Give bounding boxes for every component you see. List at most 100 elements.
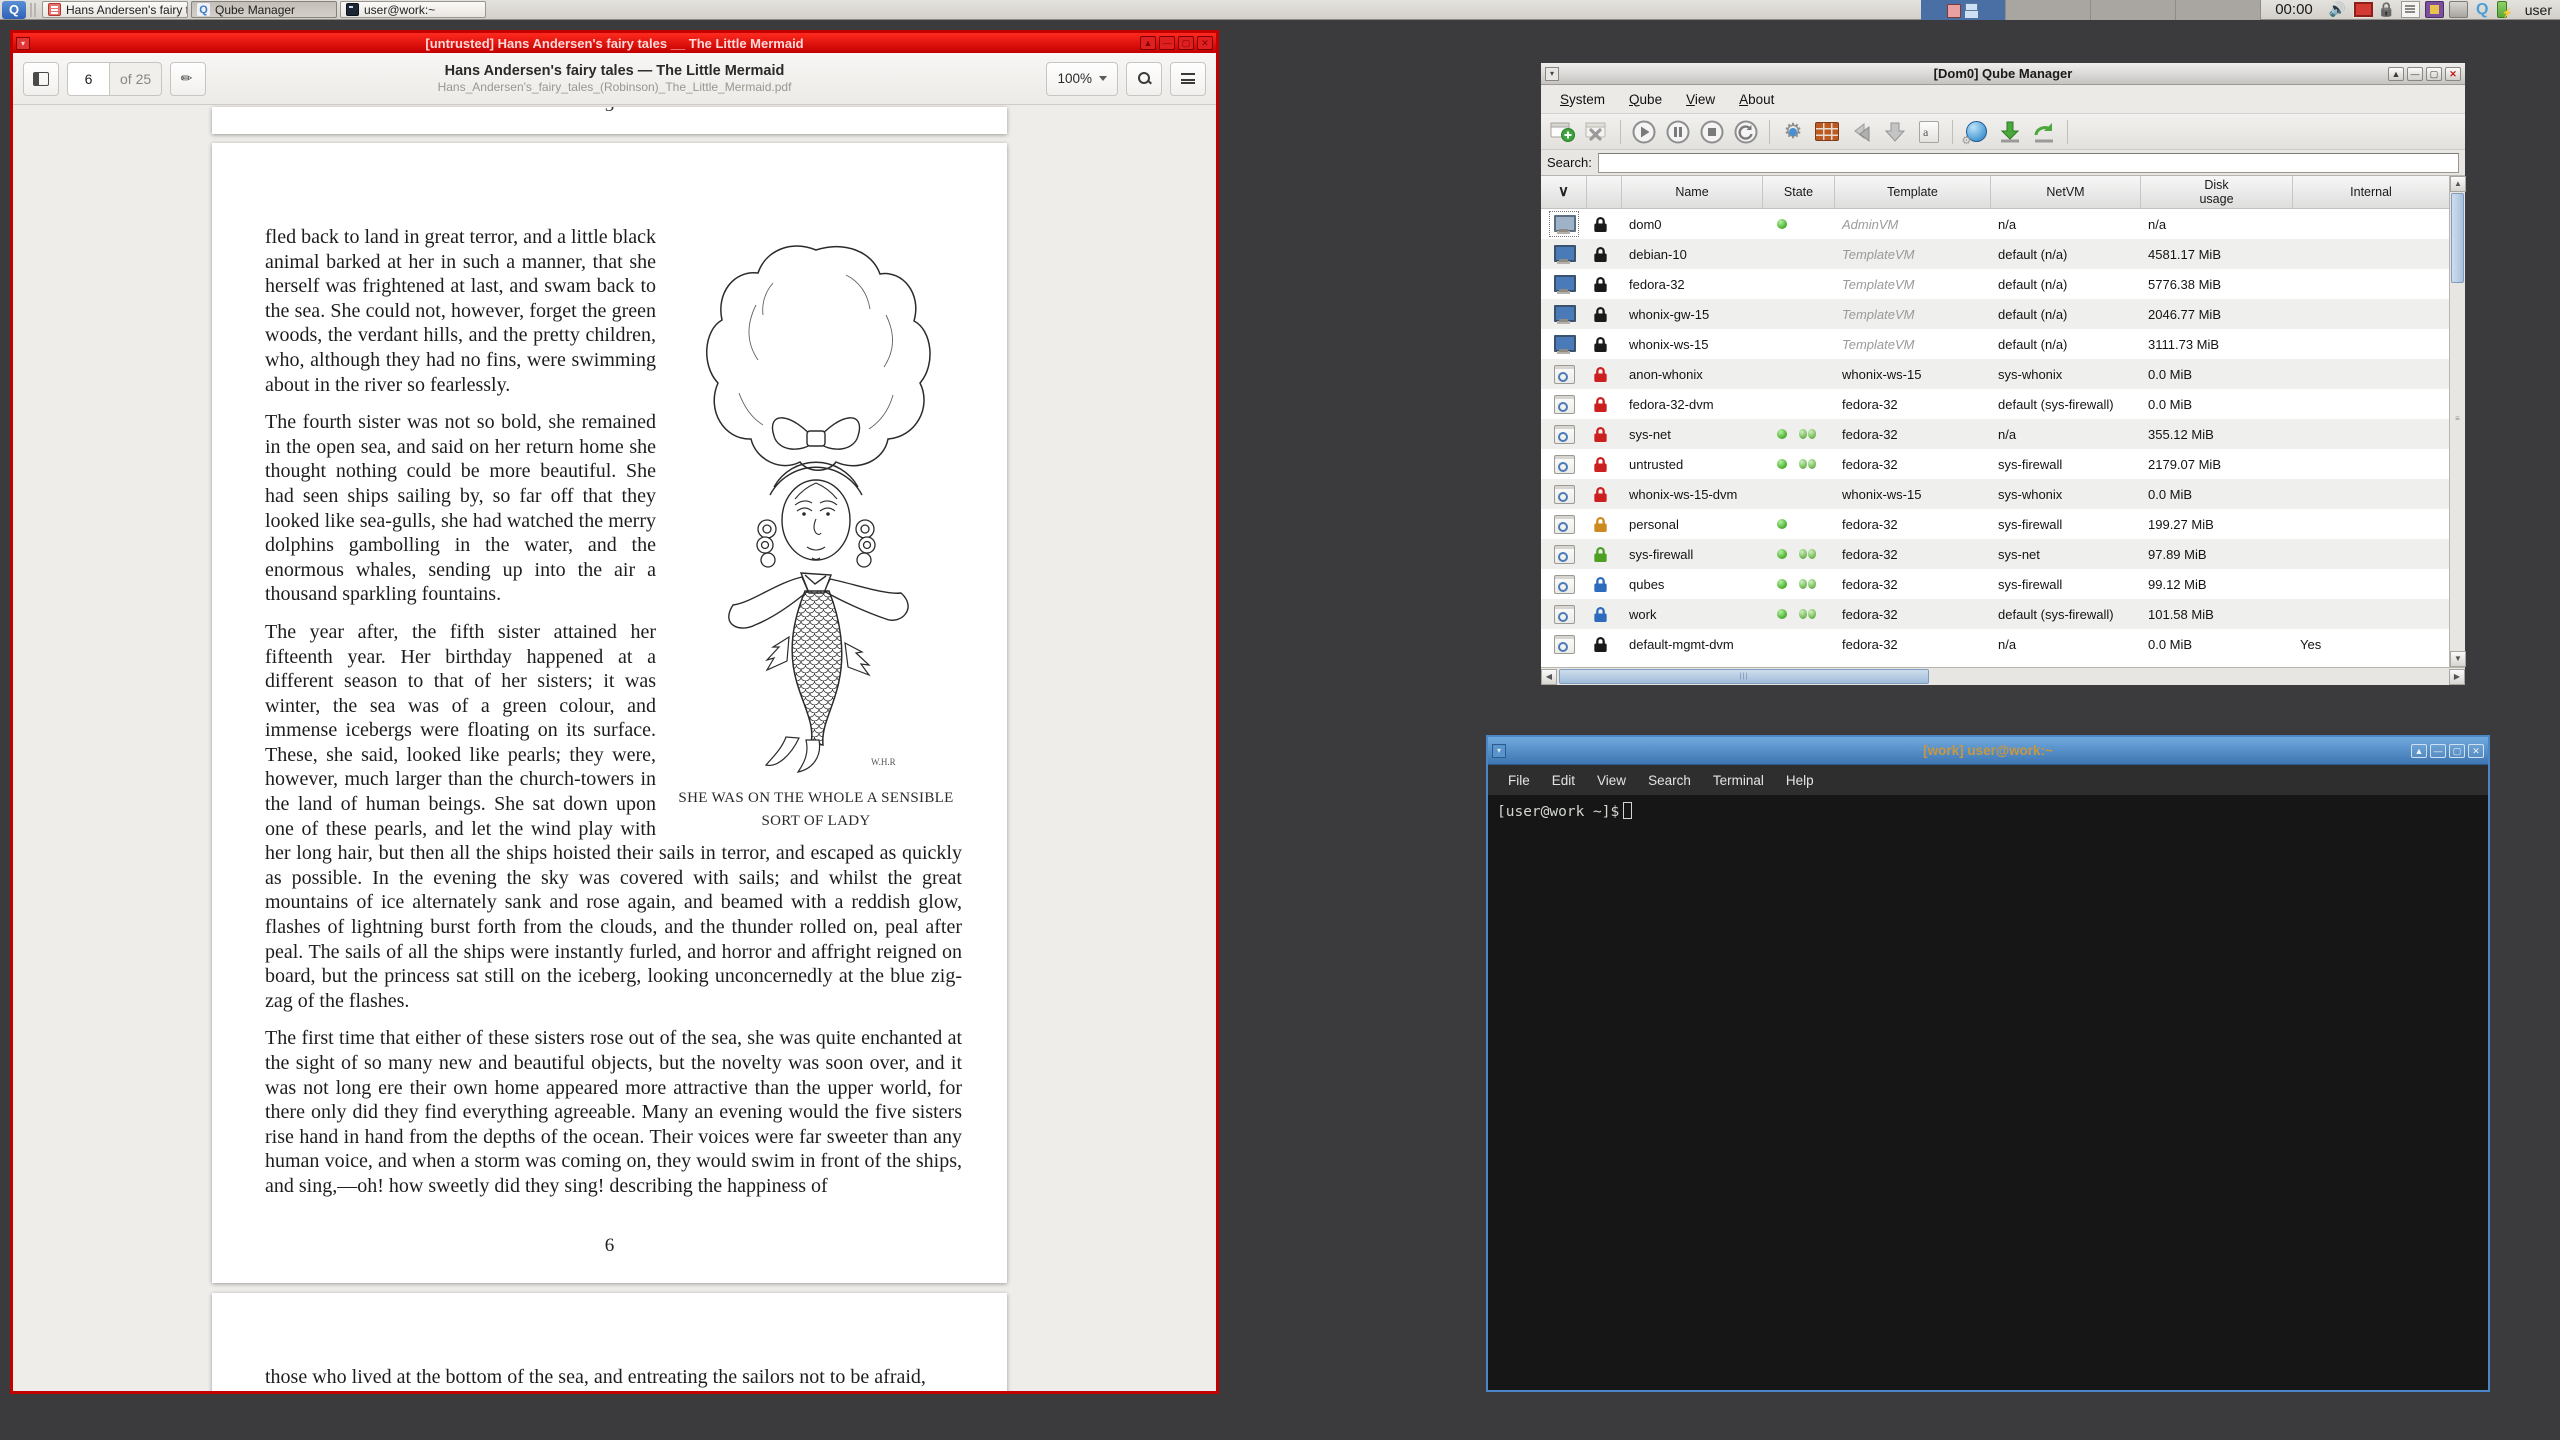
- table-row-debian-10[interactable]: debian-10 TemplateVM default (n/a) 4581.…: [1541, 239, 2449, 269]
- update-button[interactable]: [1996, 118, 2024, 146]
- table-row-sys-net[interactable]: sys-net fedora-32 n/a 355.12 MiB: [1541, 419, 2449, 449]
- global-settings-button[interactable]: [1962, 118, 1990, 146]
- table-row-dom0[interactable]: dom0 AdminVM n/a n/a: [1541, 209, 2449, 239]
- menu-terminal[interactable]: Terminal: [1703, 768, 1774, 793]
- search-button[interactable]: [1126, 62, 1162, 96]
- screen-lock-icon[interactable]: [2377, 1, 2396, 18]
- table-row-personal[interactable]: personal fedora-32 sys-firewall 199.27 M…: [1541, 509, 2449, 539]
- taskbar-window-pdf[interactable]: Hans Andersen's fairy ta...: [42, 1, 188, 18]
- restart-qube-button[interactable]: [1732, 118, 1760, 146]
- revert-button[interactable]: [1847, 118, 1875, 146]
- table-row-whonix-gw-15[interactable]: whonix-gw-15 TemplateVM default (n/a) 20…: [1541, 299, 2449, 329]
- menu-edit[interactable]: Edit: [1542, 768, 1585, 793]
- qube-settings-button[interactable]: ⚙: [1779, 118, 1807, 146]
- header-internal[interactable]: Internal: [2293, 176, 2449, 208]
- window-menu-icon[interactable]: ▾: [16, 37, 30, 50]
- scroll-right-arrow[interactable]: ▶: [2449, 669, 2465, 685]
- window-menu-icon[interactable]: ▾: [1545, 67, 1559, 81]
- header-netvm[interactable]: NetVM: [1991, 176, 2141, 208]
- close-button[interactable]: ✕: [1197, 36, 1213, 50]
- table-row-fedora-32-dvm[interactable]: fedora-32-dvm fedora-32 default (sys-fir…: [1541, 389, 2449, 419]
- workspace-pager[interactable]: [1921, 0, 2261, 20]
- battery-icon[interactable]: [2497, 1, 2507, 18]
- table-row-work[interactable]: work fedora-32 default (sys-firewall) 10…: [1541, 599, 2449, 629]
- qube-table-header[interactable]: ∨ Name State Template NetVM Disk usage I…: [1541, 176, 2449, 209]
- taskbar-window-terminal[interactable]: user@work:~: [340, 1, 486, 18]
- header-state[interactable]: State: [1763, 176, 1835, 208]
- menu-button[interactable]: [1170, 62, 1206, 96]
- pdf-content-area[interactable]: 5: [13, 105, 1216, 1391]
- table-row-default-mgmt-dvm[interactable]: default-mgmt-dvm fedora-32 n/a 0.0 MiB Y…: [1541, 629, 2449, 659]
- header-disk-usage[interactable]: Disk usage: [2141, 178, 2292, 207]
- terminal-titlebar[interactable]: ▾ [work] user@work:~ ▲ — ▢ ✕: [1488, 737, 2488, 765]
- page-number-input[interactable]: 6: [67, 62, 109, 96]
- menu-search[interactable]: Search: [1638, 768, 1701, 793]
- pdf-titlebar[interactable]: ▾ [untrusted] Hans Andersen's fairy tale…: [13, 33, 1216, 53]
- keyboard-layout-button[interactable]: a: [1915, 118, 1943, 146]
- menu-qube[interactable]: Qube: [1618, 88, 1673, 111]
- table-row-untrusted[interactable]: untrusted fedora-32 sys-firewall 2179.07…: [1541, 449, 2449, 479]
- workspace-4[interactable]: [2176, 0, 2261, 20]
- annotate-button[interactable]: [170, 62, 206, 96]
- shade-button[interactable]: ▲: [2411, 744, 2427, 758]
- pause-qube-button[interactable]: [1664, 118, 1692, 146]
- search-input[interactable]: [1598, 153, 2459, 173]
- terminal-content[interactable]: [user@work ~]$: [1488, 795, 2488, 1390]
- shutdown-qube-button[interactable]: [1698, 118, 1726, 146]
- menu-system[interactable]: System: [1549, 88, 1616, 111]
- untrusted-display-tray-icon[interactable]: [2353, 1, 2372, 18]
- table-row-anon-whonix[interactable]: anon-whonix whonix-ws-15 sys-whonix 0.0 …: [1541, 359, 2449, 389]
- qube-manager-titlebar[interactable]: ▾ [Dom0] Qube Manager ▲ — ▢ ✕: [1541, 63, 2465, 85]
- expand-all-chevron-icon[interactable]: ∨: [1558, 183, 1569, 200]
- header-template[interactable]: Template: [1835, 176, 1991, 208]
- shade-button[interactable]: ▲: [1140, 36, 1156, 50]
- menu-about[interactable]: About: [1728, 88, 1785, 111]
- minimize-button[interactable]: —: [2407, 67, 2423, 81]
- qubes-start-menu-icon[interactable]: Q: [2, 1, 26, 19]
- scroll-left-arrow[interactable]: ◀: [1541, 669, 1557, 685]
- volume-icon[interactable]: [2329, 1, 2348, 18]
- zoom-level-dropdown[interactable]: 100%: [1046, 62, 1118, 96]
- workspace-1[interactable]: [1921, 0, 2006, 20]
- header-name[interactable]: Name: [1622, 176, 1763, 208]
- delete-qube-button[interactable]: [1583, 118, 1611, 146]
- scroll-down-arrow[interactable]: ▼: [2450, 651, 2466, 667]
- firewall-button[interactable]: [1813, 118, 1841, 146]
- table-row-sys-firewall[interactable]: sys-firewall fedora-32 sys-net 97.89 MiB: [1541, 539, 2449, 569]
- workspace-3[interactable]: [2091, 0, 2176, 20]
- devices-tray-icon[interactable]: [2425, 1, 2444, 18]
- workspace-2[interactable]: [2006, 0, 2091, 20]
- maximize-button[interactable]: ▢: [1178, 36, 1194, 50]
- minimize-button[interactable]: —: [1159, 36, 1175, 50]
- sidebar-toggle-button[interactable]: [23, 62, 59, 96]
- header-lock-column[interactable]: [1587, 176, 1622, 208]
- scroll-up-arrow[interactable]: ▲: [2450, 176, 2466, 192]
- maximize-button[interactable]: ▢: [2449, 744, 2465, 758]
- maximize-button[interactable]: ▢: [2426, 67, 2442, 81]
- menu-view[interactable]: View: [1587, 768, 1636, 793]
- restore-button[interactable]: [2030, 118, 2058, 146]
- menu-help[interactable]: Help: [1776, 768, 1824, 793]
- horizontal-scroll-thumb[interactable]: |||: [1559, 669, 1929, 684]
- taskbar-window-qube-manager[interactable]: Q Qube Manager: [191, 1, 337, 18]
- new-qube-button[interactable]: [1549, 118, 1577, 146]
- clipboard-tray-icon[interactable]: [2401, 1, 2420, 18]
- vertical-scrollbar[interactable]: ▲ ≡ ▼: [2449, 176, 2465, 667]
- menu-view[interactable]: View: [1675, 88, 1726, 111]
- disk-tray-icon[interactable]: [2449, 1, 2468, 18]
- table-row-qubes[interactable]: qubes fedora-32 sys-firewall 99.12 MiB: [1541, 569, 2449, 599]
- menu-file[interactable]: File: [1498, 768, 1540, 793]
- shade-button[interactable]: ▲: [2388, 67, 2404, 81]
- table-row-fedora-32[interactable]: fedora-32 TemplateVM default (n/a) 5776.…: [1541, 269, 2449, 299]
- window-menu-icon[interactable]: ▾: [1492, 744, 1506, 758]
- shutdown-arrow-button[interactable]: [1881, 118, 1909, 146]
- start-qube-button[interactable]: [1630, 118, 1658, 146]
- horizontal-scrollbar[interactable]: ◀ ||| ▶: [1541, 667, 2465, 685]
- close-button[interactable]: ✕: [2445, 67, 2461, 81]
- minimize-button[interactable]: —: [2430, 744, 2446, 758]
- qubes-domains-tray-icon[interactable]: Q: [2473, 1, 2492, 18]
- user-menu[interactable]: user: [2513, 2, 2560, 18]
- table-row-whonix-ws-15[interactable]: whonix-ws-15 TemplateVM default (n/a) 31…: [1541, 329, 2449, 359]
- close-button[interactable]: ✕: [2468, 744, 2484, 758]
- table-row-whonix-ws-15-dvm[interactable]: whonix-ws-15-dvm whonix-ws-15 sys-whonix…: [1541, 479, 2449, 509]
